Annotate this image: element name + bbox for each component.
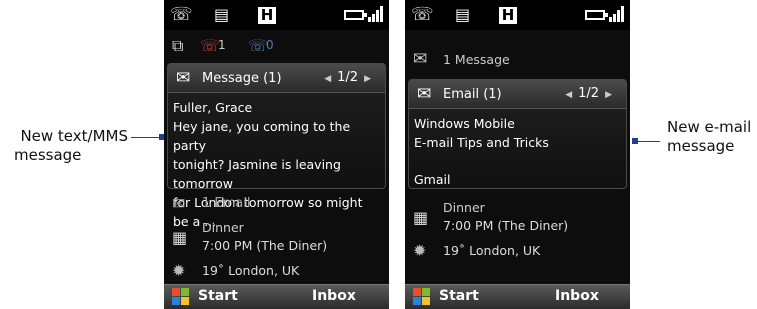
- status-bar: ☏ ▤ H: [405, 0, 630, 30]
- callout-right-label: New e-mail message: [667, 118, 751, 156]
- message-card[interactable]: ✉ Message (1) ◀ 1/2 ▶ Fuller, Grace Hey ja…: [167, 63, 386, 229]
- message-icon: ✉: [176, 68, 191, 88]
- message-card-header: ✉ Message (1) ◀ 1/2 ▶: [168, 64, 385, 93]
- callout-right-dot: [632, 138, 638, 144]
- windows-flag-icon[interactable]: [172, 288, 190, 306]
- email-card-header: ✉ Email (1) ◀ 1/2 ▶: [409, 80, 626, 109]
- appointment-detail: 7:00 PM (The Diner): [443, 218, 569, 233]
- voicemail-icon[interactable]: ☏: [248, 36, 268, 55]
- weather-label: 19˚ London, UK: [443, 243, 541, 258]
- appointment-row[interactable]: ▦ Dinner 7:00 PM (The Diner): [405, 198, 630, 238]
- message-row[interactable]: ✉ 1 Message: [405, 47, 630, 71]
- email-line-2: E-mail Tips and Tricks: [414, 135, 549, 150]
- message-line-1: Hey jane, you coming to the party: [173, 119, 351, 153]
- message-pager-count: 1/2: [337, 70, 359, 85]
- callout-left-leader: [131, 137, 161, 138]
- phone-screen-left: ☏ ▤ H ⧉ ☏ 1 ☏ 0 ✉ Message (1) ◀ 1/2 ▶ Full…: [164, 0, 389, 309]
- sun-icon: ✹: [413, 241, 427, 260]
- status-bar: ☏ ▤ H: [164, 0, 389, 30]
- email-card[interactable]: ✉ Email (1) ◀ 1/2 ▶ Windows Mobile E-mail …: [408, 79, 627, 189]
- callout-left-label: New text/MMS message: [14, 127, 128, 165]
- sim-card-icon[interactable]: ▤: [455, 6, 470, 24]
- message-sender: Fuller, Grace: [173, 100, 253, 115]
- battery-icon[interactable]: [585, 10, 608, 20]
- appointment-title: Dinner: [202, 220, 244, 235]
- email-row-label: 1 Email: [202, 196, 251, 211]
- email-pager[interactable]: ◀ 1/2 ▶: [559, 86, 618, 101]
- envelope-icon: ✉: [172, 194, 186, 213]
- weather-label: 19˚ London, UK: [202, 263, 300, 278]
- callout-left-line1: New text/MMS: [20, 127, 128, 145]
- previous-arrow-icon[interactable]: ◀: [565, 90, 572, 100]
- message-icon: ✉: [413, 49, 428, 69]
- envelope-icon: ✉: [417, 84, 432, 104]
- notification-row: ⧉ ☏ 1 ☏ 0: [164, 34, 389, 58]
- softkey-bar: Start Inbox: [405, 284, 630, 309]
- next-arrow-icon[interactable]: ▶: [364, 74, 371, 84]
- battery-icon[interactable]: [344, 10, 367, 20]
- hsdpa-icon[interactable]: H: [499, 7, 517, 24]
- inbox-button[interactable]: Inbox: [312, 288, 356, 304]
- email-account: Gmail: [414, 172, 451, 187]
- hsdpa-icon[interactable]: H: [258, 7, 276, 24]
- callout-left-line2: message: [14, 146, 82, 164]
- inbox-button[interactable]: Inbox: [555, 288, 599, 304]
- phone-call-icon[interactable]: ☏: [170, 6, 193, 24]
- phone-call-icon[interactable]: ☏: [411, 6, 434, 24]
- sun-icon: ✹: [172, 261, 186, 280]
- weather-row[interactable]: ✹ 19˚ London, UK: [164, 260, 389, 282]
- callout-right-line2: message: [667, 137, 735, 155]
- message-row-label: 1 Message: [443, 52, 510, 67]
- email-pager-count: 1/2: [578, 86, 600, 101]
- callout-right-line1: New e-mail: [667, 118, 752, 136]
- appointment-title: Dinner: [443, 200, 485, 215]
- calendar-icon: ▦: [413, 208, 429, 227]
- message-pager[interactable]: ◀ 1/2 ▶: [318, 70, 377, 85]
- start-button[interactable]: Start: [198, 288, 238, 304]
- softkey-bar: Start Inbox: [164, 284, 389, 309]
- email-card-title: Email (1): [443, 87, 502, 102]
- sim-card-icon[interactable]: ▤: [214, 6, 229, 24]
- message-line-2: tonight? Jasmine is leaving tomorrow: [173, 157, 341, 191]
- appointment-row[interactable]: ▦ Dinner 7:00 PM (The Diner): [164, 218, 389, 258]
- start-button[interactable]: Start: [439, 288, 479, 304]
- next-arrow-icon[interactable]: ▶: [605, 90, 612, 100]
- windows-flag-icon[interactable]: [413, 288, 431, 306]
- email-line-1: Windows Mobile: [414, 116, 515, 131]
- signal-icon[interactable]: [368, 6, 384, 22]
- missed-call-count: 1: [218, 38, 226, 52]
- window-switch-icon[interactable]: ⧉: [172, 36, 183, 56]
- email-row[interactable]: ✉ 1 Email: [164, 193, 389, 215]
- appointment-detail: 7:00 PM (The Diner): [202, 238, 328, 253]
- phone-screen-right: ☏ ▤ H ✉ 1 Message ✉ Email (1) ◀ 1/2 ▶ Wind…: [405, 0, 630, 309]
- calendar-icon: ▦: [172, 228, 188, 247]
- email-body: Windows Mobile E-mail Tips and Tricks Gm…: [414, 114, 620, 189]
- previous-arrow-icon[interactable]: ◀: [324, 74, 331, 84]
- weather-row[interactable]: ✹ 19˚ London, UK: [405, 240, 630, 262]
- voicemail-count: 0: [266, 38, 274, 52]
- message-card-title: Message (1): [202, 71, 282, 86]
- callout-right-leader: [636, 141, 660, 142]
- missed-call-icon[interactable]: ☏: [200, 36, 220, 55]
- signal-icon[interactable]: [609, 6, 625, 22]
